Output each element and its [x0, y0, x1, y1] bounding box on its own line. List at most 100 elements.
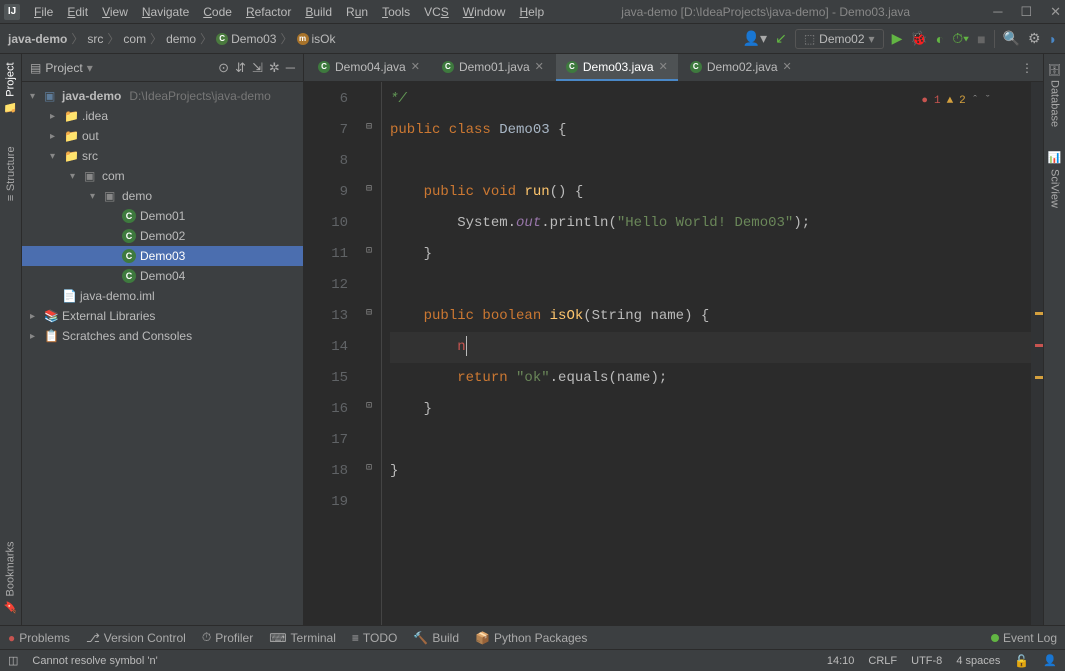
breadcrumb-isok[interactable]: misOk — [297, 32, 336, 46]
prev-highlight-icon[interactable]: ˆ — [972, 86, 979, 117]
menu-navigate[interactable]: Navigate — [136, 3, 195, 21]
menu-window[interactable]: Window — [457, 3, 512, 21]
gutter-bookmarks[interactable]: 🔖Bookmarks — [4, 541, 17, 613]
inspection-widget[interactable]: ●1 ▲2 ˆ ˇ — [921, 86, 991, 117]
file-encoding[interactable]: UTF-8 — [911, 655, 942, 667]
search-icon[interactable]: 🔍 — [1003, 30, 1020, 47]
build-hammer-icon[interactable]: ↙ — [775, 30, 787, 47]
bottom-build[interactable]: 🔨Build — [413, 631, 459, 645]
code-line[interactable]: } — [390, 394, 1031, 425]
close-button[interactable]: ✕ — [1050, 4, 1061, 20]
minimize-button[interactable]: ─ — [993, 4, 1002, 20]
breadcrumb-java-demo[interactable]: java-demo — [8, 32, 67, 46]
gutter-sciview[interactable]: 📊SciView — [1048, 151, 1061, 207]
error-stripe[interactable] — [1031, 82, 1043, 625]
menu-run[interactable]: Run — [340, 3, 374, 21]
code-line[interactable] — [390, 425, 1031, 456]
tree-pkg-com[interactable]: ▾▣ com — [22, 166, 303, 186]
code-line[interactable] — [390, 270, 1031, 301]
tab-demo04-java[interactable]: CDemo04.java✕ — [308, 54, 430, 81]
panel-settings-icon[interactable]: ✲ — [269, 60, 280, 76]
maximize-button[interactable]: ☐ — [1020, 4, 1032, 20]
menu-build[interactable]: Build — [299, 3, 338, 21]
bottom-vcs[interactable]: ⎇Version Control — [86, 631, 186, 645]
expand-all-icon[interactable]: ⇵ — [235, 60, 246, 76]
indent-setting[interactable]: 4 spaces — [956, 655, 1000, 667]
code-line[interactable] — [390, 487, 1031, 518]
menu-edit[interactable]: Edit — [61, 3, 94, 21]
ide-features-icon[interactable]: ◗ — [1049, 31, 1057, 47]
tree-idea-folder[interactable]: ▸📁 .idea — [22, 106, 303, 126]
close-tab-icon[interactable]: ✕ — [411, 60, 420, 73]
bottom-python[interactable]: 📦Python Packages — [475, 631, 587, 645]
breadcrumb-com[interactable]: com — [123, 32, 146, 46]
menu-help[interactable]: Help — [513, 3, 550, 21]
line-separator[interactable]: CRLF — [868, 655, 897, 667]
fold-marker-icon[interactable]: ⊡ — [366, 245, 372, 257]
profiler-button[interactable]: ⏱▾ — [952, 30, 969, 47]
project-tree[interactable]: ▾▣ java-demo D:\IdeaProjects\java-demo ▸… — [22, 82, 303, 625]
editor-body[interactable]: 678910111213141516171819 ⊟⊟⊡⊟⊡⊡ ●1 ▲2 ˆ … — [304, 82, 1043, 625]
fold-marker-icon[interactable]: ⊟ — [366, 183, 372, 195]
bottom-event-log[interactable]: Event Log — [991, 631, 1057, 645]
code-line[interactable] — [390, 146, 1031, 177]
hide-panel-icon[interactable]: ─ — [286, 60, 295, 75]
code-line[interactable]: public class Demo03 { — [390, 115, 1031, 146]
caret-position[interactable]: 14:10 — [827, 655, 855, 667]
fold-marker-icon[interactable]: ⊟ — [366, 307, 372, 319]
bottom-profiler[interactable]: ⏱Profiler — [202, 630, 253, 645]
code-line[interactable]: public boolean isOk(String name) { — [390, 301, 1031, 332]
fold-marker-icon[interactable]: ⊡ — [366, 462, 372, 474]
breadcrumb-demo03[interactable]: CDemo03 — [216, 32, 276, 46]
code-line[interactable]: } — [390, 239, 1031, 270]
bottom-todo[interactable]: ≡TODO — [352, 631, 397, 645]
tool-windows-icon[interactable]: ◫ — [8, 654, 18, 667]
fold-marker-icon[interactable]: ⊡ — [366, 400, 372, 412]
gutter-database[interactable]: 🗄Database — [1048, 62, 1061, 127]
close-tab-icon[interactable]: ✕ — [659, 60, 668, 73]
bottom-problems[interactable]: ●Problems — [8, 631, 70, 645]
menu-vcs[interactable]: VCS — [418, 3, 455, 21]
tree-class-demo04[interactable]: C Demo04 — [22, 266, 303, 286]
code-line[interactable]: System.out.println("Hello World! Demo03"… — [390, 208, 1031, 239]
tab-demo02-java[interactable]: CDemo02.java✕ — [680, 54, 802, 81]
close-tab-icon[interactable]: ✕ — [783, 60, 792, 73]
tree-class-demo03[interactable]: C Demo03 — [22, 246, 303, 266]
bottom-terminal[interactable]: ⌨Terminal — [269, 631, 336, 645]
tabs-more-icon[interactable]: ⋮ — [1011, 54, 1043, 81]
run-config-dropdown[interactable]: ⬚ Demo02 ▾ — [795, 29, 884, 49]
stop-button[interactable]: ■ — [977, 31, 985, 47]
collapse-all-icon[interactable]: ⇲ — [252, 60, 263, 76]
debug-button[interactable]: 🐞 — [910, 30, 927, 47]
project-view-dropdown[interactable]: ▤ Project ▾ — [30, 61, 93, 75]
tree-scratches[interactable]: ▸📋 Scratches and Consoles — [22, 326, 303, 346]
tab-demo03-java[interactable]: CDemo03.java✕ — [556, 54, 678, 81]
fold-gutter[interactable]: ⊟ ⊟ ⊡ ⊟ ⊡ ⊡ — [364, 82, 382, 625]
code-line[interactable]: } — [390, 456, 1031, 487]
code-line[interactable]: return "ok".equals(name); — [390, 363, 1031, 394]
user-icon[interactable]: 👤▾ — [743, 30, 767, 47]
run-button[interactable]: ▶ — [892, 30, 903, 47]
gutter-project[interactable]: 📁Project — [4, 62, 17, 114]
tree-class-demo02[interactable]: C Demo02 — [22, 226, 303, 246]
fold-marker-icon[interactable]: ⊟ — [366, 121, 372, 133]
settings-icon[interactable]: ⚙ — [1028, 30, 1041, 47]
readonly-lock-icon[interactable]: 🔓 — [1014, 654, 1029, 668]
tree-ext-libraries[interactable]: ▸📚 External Libraries — [22, 306, 303, 326]
tree-pkg-demo[interactable]: ▾▣ demo — [22, 186, 303, 206]
menu-view[interactable]: View — [96, 3, 134, 21]
tree-iml[interactable]: 📄 java-demo.iml — [22, 286, 303, 306]
gutter-structure[interactable]: ≡Structure — [5, 146, 17, 201]
tab-demo01-java[interactable]: CDemo01.java✕ — [432, 54, 554, 81]
next-highlight-icon[interactable]: ˇ — [984, 86, 991, 117]
tree-out-folder[interactable]: ▸📁 out — [22, 126, 303, 146]
editor-text[interactable]: ●1 ▲2 ˆ ˇ */public class Demo03 { public… — [382, 82, 1031, 625]
menu-code[interactable]: Code — [197, 3, 238, 21]
menu-file[interactable]: File — [28, 3, 59, 21]
select-opened-icon[interactable]: ⊙ — [218, 60, 229, 76]
breadcrumb-demo[interactable]: demo — [166, 32, 196, 46]
close-tab-icon[interactable]: ✕ — [535, 60, 544, 73]
code-line[interactable]: n — [390, 332, 1031, 363]
memory-indicator-icon[interactable]: 👤 — [1043, 654, 1057, 667]
code-line[interactable]: public void run() { — [390, 177, 1031, 208]
